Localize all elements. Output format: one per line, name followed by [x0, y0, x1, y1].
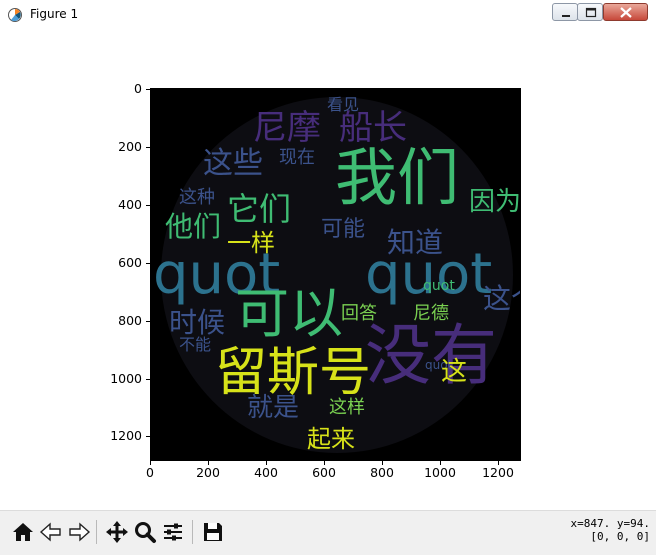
wordcloud-word: 看见 — [327, 95, 360, 114]
forward-button[interactable] — [66, 519, 92, 545]
cursor-coordinates: x=847. y=94. [0, 0, 0] — [530, 517, 650, 543]
x-tick-label: 600 — [312, 465, 336, 480]
pan-button[interactable] — [104, 519, 130, 545]
wordcloud-word: 不能 — [179, 335, 212, 354]
pan-icon — [106, 521, 128, 543]
wordcloud-word: 时候 — [169, 306, 226, 339]
y-tick-label: 0 — [134, 81, 142, 96]
y-tick-label: 600 — [118, 255, 142, 270]
wordcloud-word: 尼德 — [413, 303, 449, 324]
x-tick-label: 0 — [146, 465, 154, 480]
zoom-button[interactable] — [132, 519, 158, 545]
wordcloud-word: 没有 — [365, 317, 497, 394]
back-button[interactable] — [38, 519, 64, 545]
wordcloud-word: 一样 — [227, 229, 275, 257]
wordcloud-word: 它们 — [227, 190, 292, 228]
close-icon — [620, 7, 632, 18]
window-title: Figure 1 — [30, 7, 79, 21]
toolbar-separator — [96, 520, 97, 544]
wordcloud-word: 这些 — [203, 146, 263, 181]
save-icon — [204, 523, 222, 541]
back-icon — [39, 522, 61, 542]
wordcloud-image: 我们 quot quot 可以 留斯号 没有 尼摩 船长 这些 它们 他们 一样… — [150, 88, 521, 461]
wordcloud-word: 因为 — [469, 187, 521, 217]
wordcloud-word: 回答 — [341, 303, 377, 324]
configure-icon — [164, 523, 182, 541]
title-bar: Figure 1 — [0, 0, 656, 31]
maximize-icon — [585, 7, 597, 18]
wordcloud-word: 留斯号 — [215, 343, 372, 403]
wordcloud-word: 我们 — [335, 141, 460, 214]
maximize-button[interactable] — [577, 3, 603, 21]
wordcloud-word: 可能 — [321, 217, 366, 242]
minimize-icon — [562, 15, 570, 17]
coords-xy: x=847. y=94. — [570, 517, 650, 530]
wordcloud-word: 这个 — [483, 282, 520, 315]
minimize-button[interactable] — [552, 3, 578, 21]
toolbar-separator — [192, 520, 193, 544]
forward-icon — [69, 522, 91, 542]
coords-value: [0, 0, 0] — [590, 530, 650, 543]
x-tick-label: 200 — [196, 465, 220, 480]
matplotlib-icon — [8, 8, 22, 22]
wordcloud-word: 现在 — [279, 147, 315, 168]
home-icon — [13, 523, 33, 541]
y-tick-label: 1000 — [110, 371, 142, 386]
configure-subplots-button[interactable] — [160, 519, 186, 545]
navigation-toolbar: x=847. y=94. [0, 0, 0] — [0, 510, 656, 555]
wordcloud-word: 这种 — [179, 187, 215, 208]
wordcloud-word: 这样 — [329, 397, 365, 418]
x-tick-label: 1000 — [424, 465, 456, 480]
wordcloud-word: 这 — [441, 357, 468, 387]
y-tick-label: 1200 — [110, 428, 142, 443]
wordcloud-word: 知道 — [387, 226, 444, 259]
wordcloud-word: 就是 — [247, 393, 300, 423]
y-tick-label: 200 — [118, 139, 142, 154]
close-button[interactable] — [603, 3, 648, 21]
y-tick-label: 400 — [118, 197, 142, 212]
wordcloud-word: 尼摩 — [253, 108, 321, 148]
wordcloud-word: 他们 — [165, 210, 222, 243]
x-tick-label: 400 — [254, 465, 278, 480]
wordcloud-word: 船长 — [339, 108, 407, 148]
x-tick-label: 1200 — [482, 465, 514, 480]
y-tick-label: 800 — [118, 313, 142, 328]
wordcloud-word: 可以 — [235, 282, 343, 345]
home-button[interactable] — [10, 519, 36, 545]
zoom-icon — [135, 522, 156, 543]
wordcloud-word: 起来 — [307, 425, 355, 453]
save-button[interactable] — [200, 519, 226, 545]
x-tick-label: 800 — [370, 465, 394, 480]
wordcloud-word: quot — [423, 278, 455, 294]
